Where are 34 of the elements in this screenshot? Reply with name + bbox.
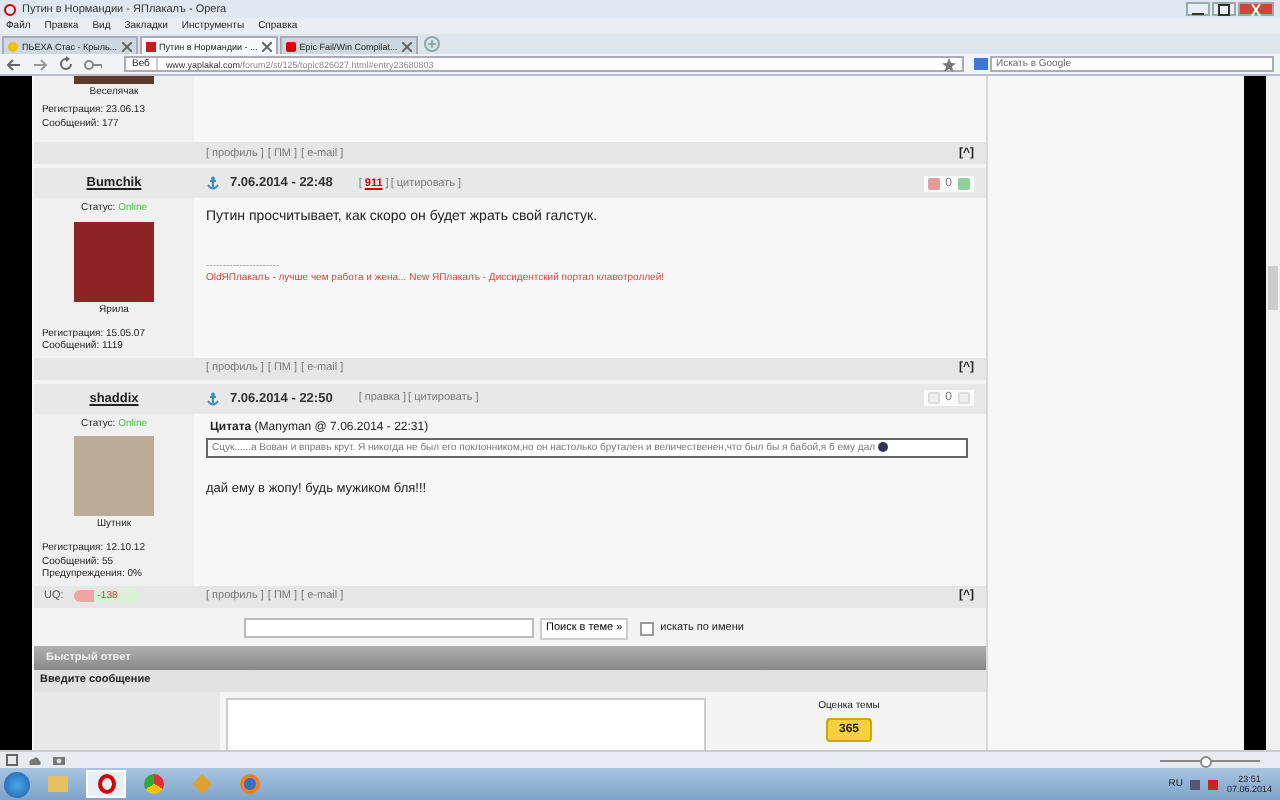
search-field[interactable] <box>244 618 534 638</box>
camera-icon[interactable] <box>52 754 66 766</box>
maximize-icon <box>1216 3 1232 15</box>
cloud-icon[interactable] <box>28 754 42 766</box>
opera-logo-icon <box>4 3 16 15</box>
avatar-placeholder <box>74 436 154 516</box>
scrollbar[interactable] <box>1266 76 1280 750</box>
close-tab-icon[interactable] <box>401 41 412 51</box>
anchor-icon[interactable] <box>206 391 220 405</box>
key-icon[interactable] <box>84 57 102 71</box>
panel-icon[interactable] <box>6 754 18 766</box>
start-button[interactable] <box>4 771 30 797</box>
close-tab-icon[interactable] <box>121 41 132 51</box>
back-icon[interactable] <box>6 57 22 71</box>
new-tab-icon[interactable] <box>423 36 440 52</box>
close-tab-icon[interactable] <box>261 41 272 51</box>
avatar-placeholder <box>74 76 154 84</box>
star-icon[interactable] <box>942 57 956 71</box>
avatar-placeholder <box>74 221 154 301</box>
close-icon <box>1248 3 1264 15</box>
anchor-icon[interactable] <box>206 176 220 190</box>
vote-down-button[interactable] <box>927 177 940 189</box>
play-icon <box>285 41 296 51</box>
checkbox[interactable] <box>640 621 655 635</box>
close-button[interactable] <box>1238 2 1274 16</box>
opera-icon[interactable] <box>86 770 126 798</box>
reload-icon[interactable] <box>58 56 74 72</box>
maximize-button[interactable] <box>1212 2 1236 16</box>
forward-icon[interactable] <box>32 57 48 71</box>
minimize-button[interactable] <box>1186 2 1210 16</box>
vote-up-button[interactable] <box>958 177 970 189</box>
smiley-icon <box>877 441 888 452</box>
tab-favicon-icon <box>8 41 18 51</box>
tab-favicon-icon <box>145 41 156 51</box>
